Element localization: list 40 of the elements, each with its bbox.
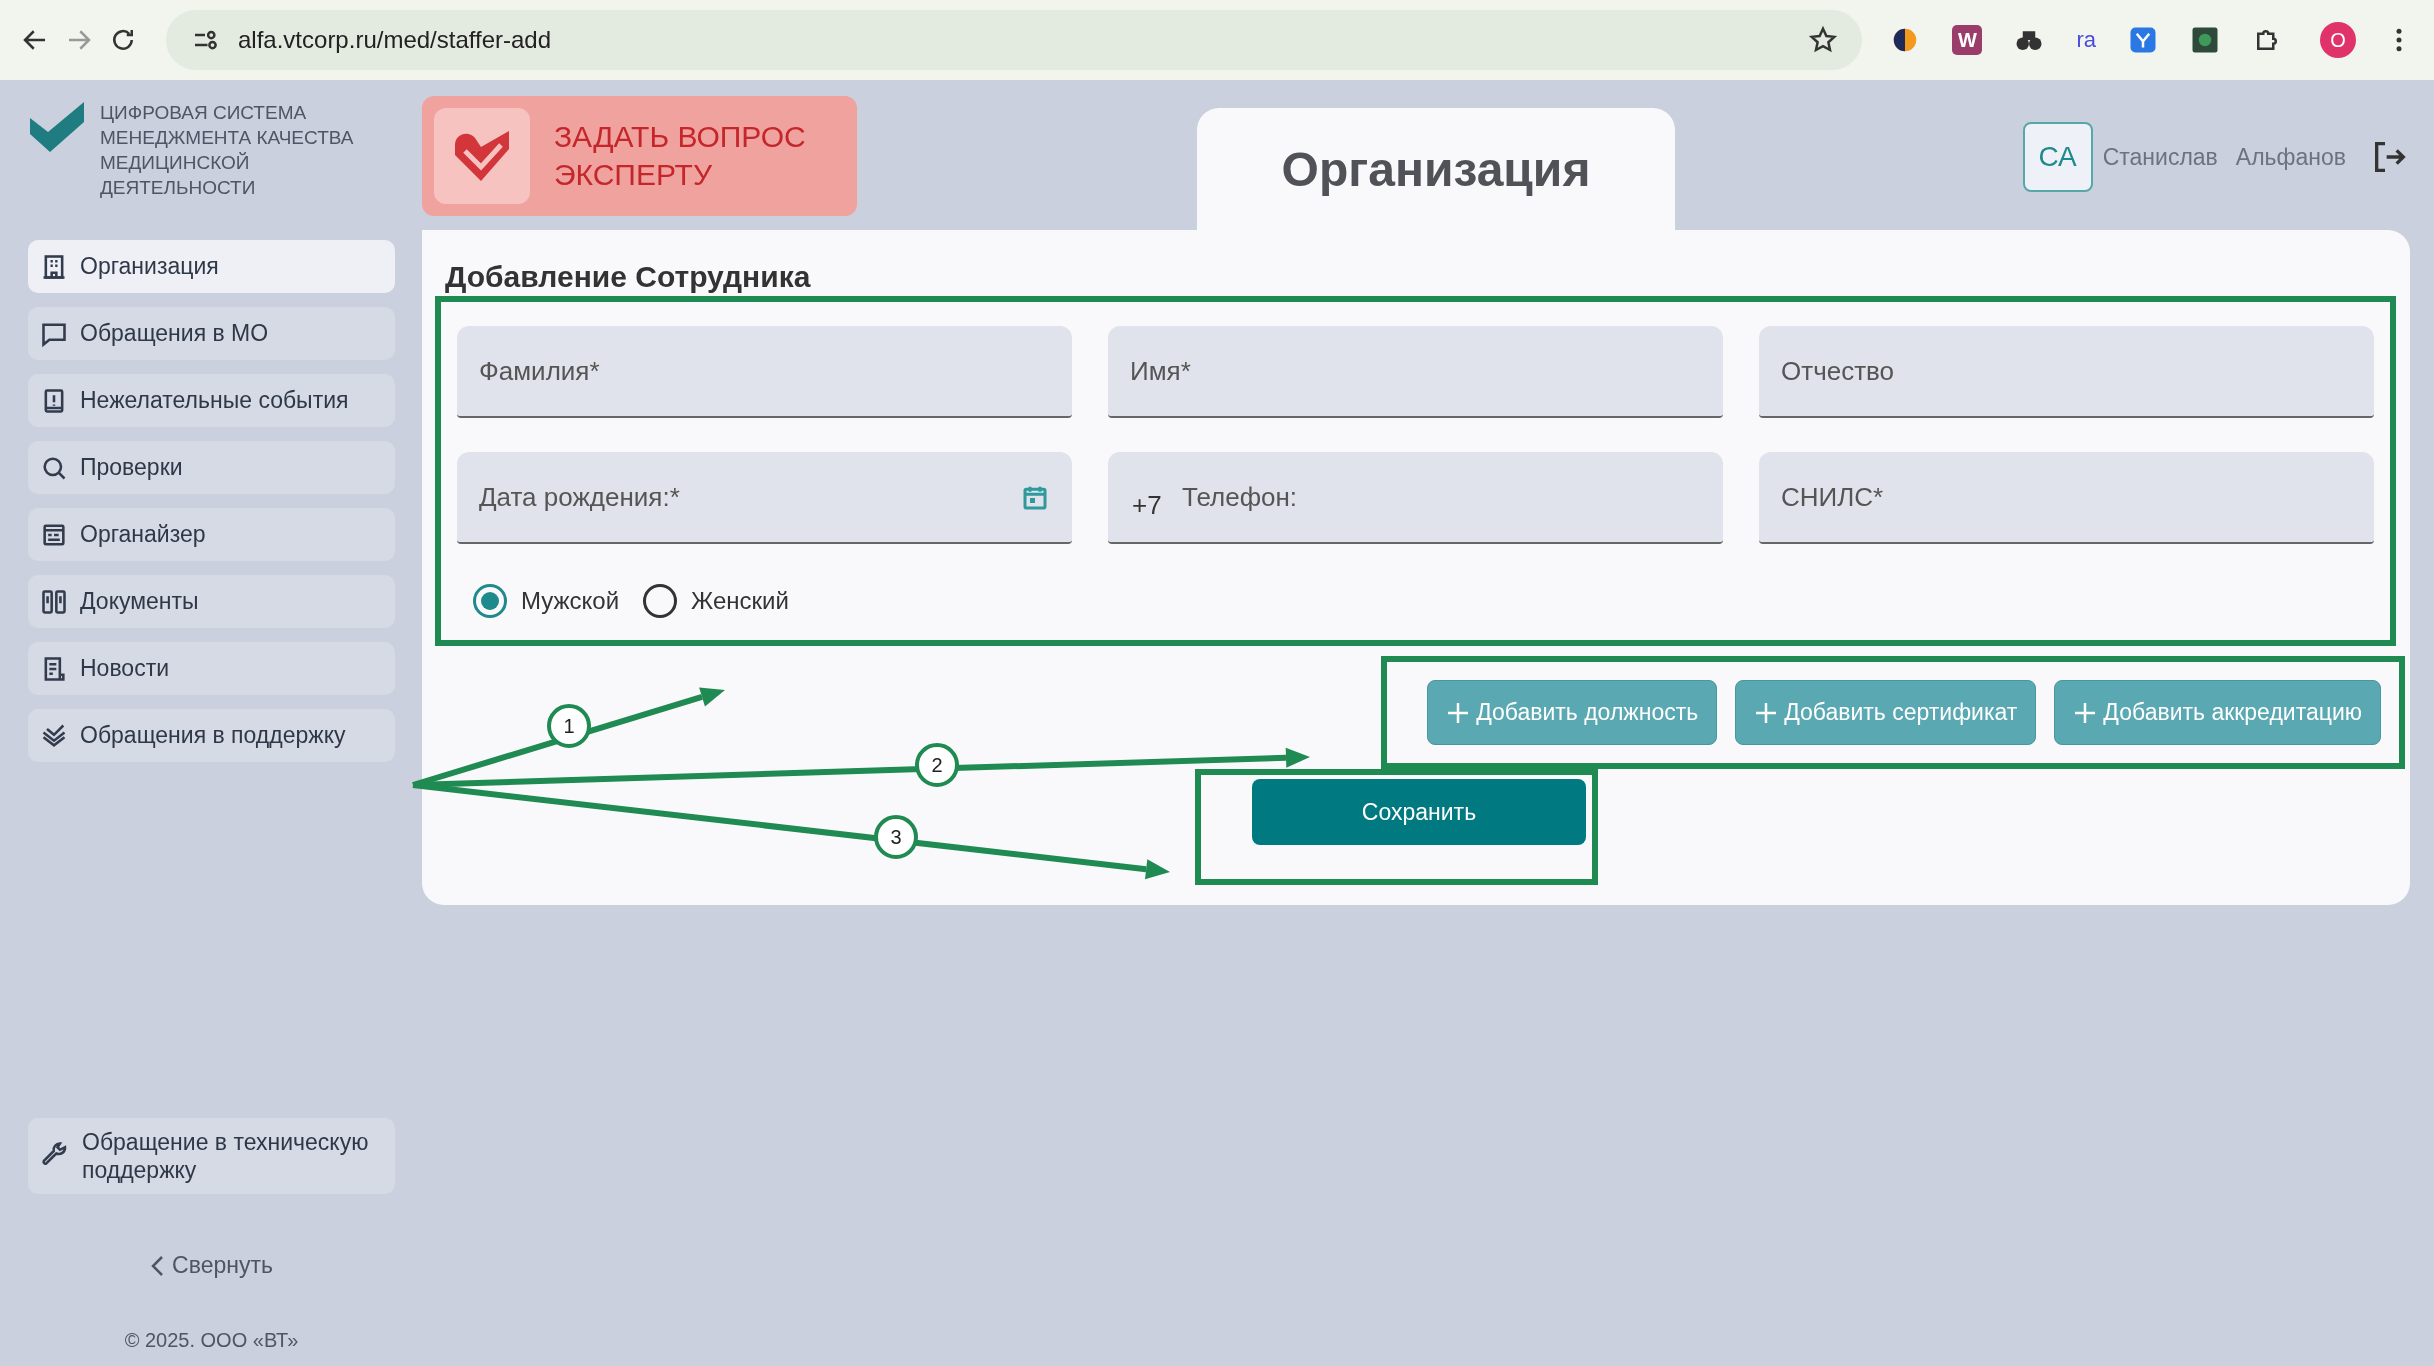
- radio-label: Женский: [691, 587, 789, 615]
- radio-button[interactable]: [643, 584, 678, 618]
- sidebar-item[interactable]: Обращения в МО: [28, 307, 395, 360]
- form-title: Добавление Сотрудника: [445, 260, 812, 294]
- sidebar-item[interactable]: Проверки: [28, 441, 395, 494]
- support-item[interactable]: Обращение в техническую поддержку: [28, 1118, 395, 1194]
- plus-icon: [1446, 700, 1471, 725]
- sidebar-item[interactable]: Обращения в поддержку: [28, 709, 395, 762]
- save-button[interactable]: Сохранить: [1252, 779, 1586, 845]
- sidebar-item[interactable]: Новости: [28, 642, 395, 695]
- url-text: alfa.vtcorp.ru/med/staffer-add: [238, 26, 553, 54]
- plus-icon: [2073, 700, 2098, 725]
- user-last-name: Альфанов: [2235, 143, 2346, 171]
- support-label: Обращение в техническую поддержку: [82, 1128, 370, 1184]
- sidebar-item[interactable]: Органайзер: [28, 508, 395, 561]
- radio-label: Мужской: [521, 587, 620, 615]
- nav-icon: [40, 587, 68, 616]
- collapse-link[interactable]: Свернуть: [28, 1252, 395, 1279]
- plus-icon: [1754, 700, 1779, 725]
- date-field[interactable]: Дата рождения:*: [457, 452, 1072, 544]
- address-bar[interactable]: alfa.vtcorp.ru/med/staffer-add: [166, 10, 1863, 70]
- copyright-text: © 2025. ООО «ВТ»: [123, 1329, 300, 1352]
- input-field[interactable]: Отчество: [1759, 326, 2374, 418]
- extension-icon[interactable]: W: [1952, 25, 1983, 55]
- star-icon[interactable]: [1808, 25, 1839, 55]
- profile-avatar[interactable]: O: [2320, 22, 2356, 58]
- input-field[interactable]: СНИЛС*: [1759, 452, 2374, 544]
- sidebar-item[interactable]: Организация: [28, 240, 395, 293]
- extension-icon[interactable]: [2190, 25, 2220, 55]
- phone-prefix: +7: [1132, 490, 1162, 521]
- user-avatar[interactable]: СА: [2022, 122, 2093, 192]
- sidebar-item[interactable]: Нежелательные события: [28, 374, 395, 427]
- logo-icon: [28, 100, 86, 154]
- input-field[interactable]: Имя*: [1108, 326, 1723, 418]
- radio-button[interactable]: [473, 584, 507, 618]
- input-field[interactable]: Фамилия*: [457, 326, 1072, 418]
- logo-text: ЦИФРОВАЯ СИСТЕМА МЕНЕДЖМЕНТА КАЧЕСТВА МЕДИЦИНСКОЙ ДЕЯТЕЛЬНОСТИ: [100, 101, 355, 200]
- user-first-name: Станислав: [2102, 143, 2218, 171]
- extension-icon[interactable]: ra: [2076, 27, 2096, 53]
- sidebar-item[interactable]: Документы: [28, 575, 395, 628]
